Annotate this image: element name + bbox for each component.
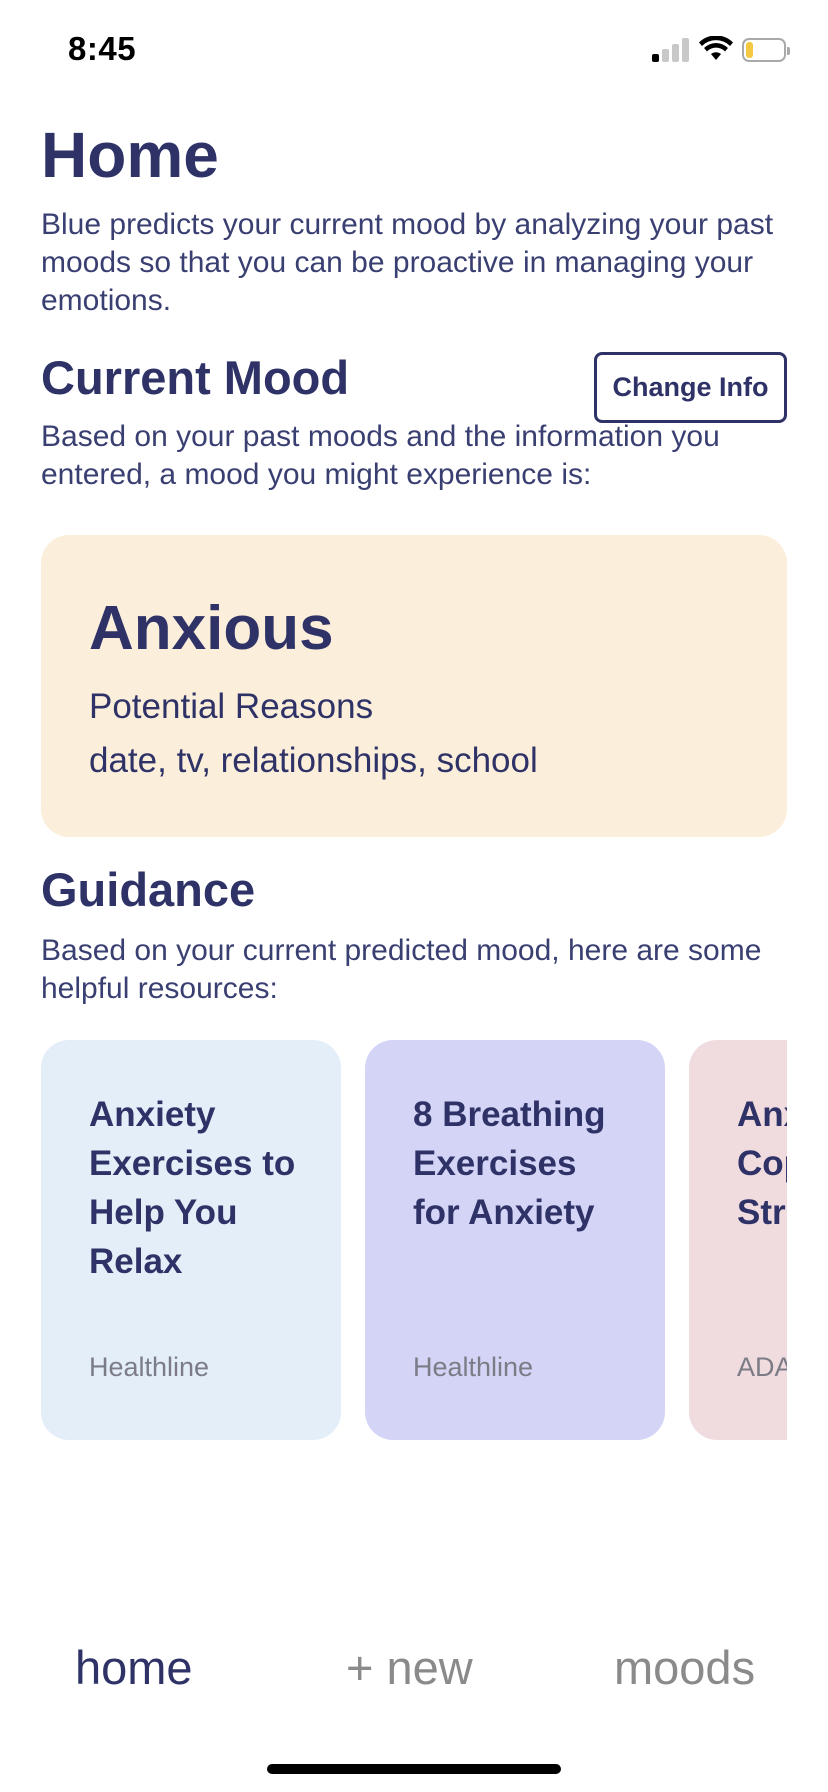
resource-card[interactable]: Anx Cop Str ADA [689,1040,787,1440]
tab-moods[interactable]: moods [614,1640,755,1695]
guidance-description: Based on your current predicted mood, he… [41,934,762,1005]
battery-icon [742,38,790,62]
resource-card[interactable]: 8 Breathing Exercises for Anxiety Health… [365,1040,665,1440]
resource-title-line: Anxiety [89,1095,216,1134]
resource-source: Healthline [413,1352,534,1382]
guidance-title: Guidance [41,863,256,916]
tab-home[interactable]: home [75,1640,193,1695]
resource-card[interactable]: Anxiety Exercises to Help You Relax Heal… [41,1040,341,1440]
resource-title-line: for Anxiety [413,1193,595,1232]
resource-title-line: Anx [737,1095,787,1134]
page-intro: Blue predicts your current mood by analy… [41,208,774,317]
resource-title-line: 8 Breathing [413,1095,606,1134]
predicted-mood: Anxious [89,594,334,663]
resource-carousel[interactable]: Anxiety Exercises to Help You Relax Heal… [41,1040,787,1440]
resource-title-line: Cop [737,1144,787,1183]
resource-title: Anxiety Exercises to Help You Relax [89,1090,319,1286]
resource-title: Anx Cop Str [737,1090,787,1237]
resource-title-line: Exercises to [89,1144,296,1183]
mood-card: Anxious Potential Reasons date, tv, rela… [41,535,787,837]
resource-title-line: Help You [89,1193,238,1232]
current-mood-description: Based on your past moods and the informa… [41,420,720,491]
tab-bar: home + new moods [0,1640,828,1730]
change-info-button[interactable]: Change Info [594,352,787,423]
current-mood-title: Current Mood [41,351,350,404]
cellular-signal-icon [652,38,692,62]
wifi-icon [699,36,733,60]
status-time: 8:45 [68,30,137,67]
home-indicator[interactable] [267,1764,561,1774]
resource-title-line: Str [737,1193,786,1232]
resource-title: 8 Breathing Exercises for Anxiety [413,1090,643,1237]
resource-source: ADA [737,1352,787,1382]
tab-new[interactable]: + new [346,1640,473,1695]
potential-reasons-list: date, tv, relationships, school [89,741,538,780]
status-bar: 8:45 [0,0,828,100]
page-title: Home [41,119,219,191]
resource-source: Healthline [89,1352,210,1382]
resource-title-line: Relax [89,1242,183,1281]
resource-title-line: Exercises [413,1144,577,1183]
potential-reasons-title: Potential Reasons [89,687,374,726]
